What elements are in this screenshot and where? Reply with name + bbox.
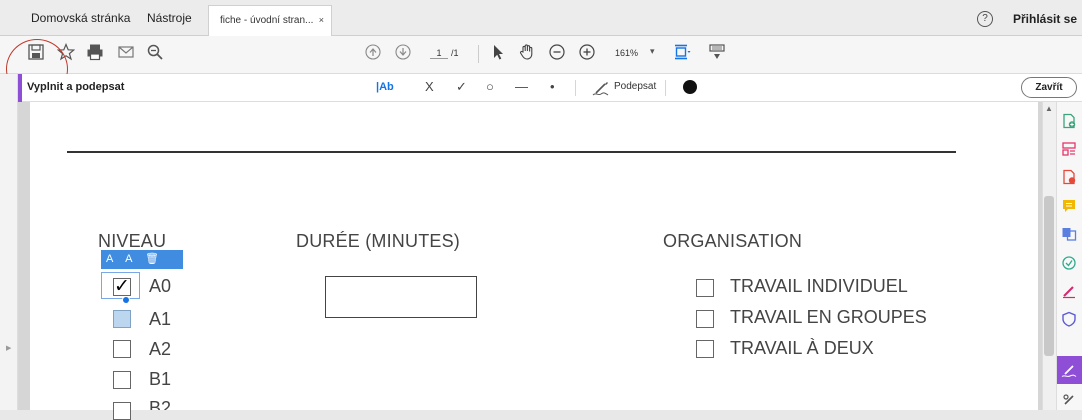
print-icon[interactable] [86,43,104,61]
protect-icon[interactable] [1061,311,1077,327]
comment-icon[interactable] [1061,198,1077,214]
org-label-individuel: TRAVAIL INDIVIDUEL [730,276,908,296]
checkbox-a2[interactable] [113,340,131,358]
tab-document[interactable]: fiche - úvodní stran... × [208,5,332,36]
fill-sign-divider [665,80,666,96]
tab-tools[interactable]: Nástroje [147,11,192,25]
resize-handle[interactable] [122,296,130,304]
zoom-select[interactable]: 161% [615,48,638,58]
duration-input-box[interactable] [325,276,477,318]
level-label-a0: A0 [149,276,172,296]
sign-in-link[interactable]: Přihlásit se [1013,12,1077,26]
level-label-b2: B2 [149,398,172,410]
checkbox-travail-en-groupes[interactable] [696,310,714,328]
heading-organisation: ORGANISATION [663,231,803,251]
page-down-icon[interactable] [394,43,412,61]
main-toolbar: 1 /1 161% ▾ [0,36,1082,74]
org-label-deux: TRAVAIL À DEUX [730,338,874,358]
fill-sign-icon[interactable] [1061,283,1077,299]
level-label-b1: B1 [149,369,172,389]
sign-button[interactable]: Podepsat [614,81,656,92]
zoom-search-icon[interactable] [146,43,164,61]
fill-sign-title: Vyplnit a podepsat [27,81,125,93]
page-total: /1 [451,48,459,58]
check-tool[interactable]: ✓ [456,79,467,95]
checkbox-travail-individuel[interactable] [696,279,714,297]
email-icon[interactable] [117,43,135,61]
combine-files-icon[interactable] [1061,226,1077,242]
expand-panel-icon[interactable]: ▶ [6,344,11,352]
page-number-input[interactable]: 1 [430,48,448,59]
checkbox-a0[interactable]: ✓ [113,277,131,296]
checkbox-a1[interactable] [113,310,131,328]
level-label-a2: A2 [149,339,172,359]
close-fill-sign-button[interactable]: Zavřít [1021,77,1077,98]
checkbox-b2[interactable] [113,402,131,420]
hand-pan-icon[interactable] [518,43,536,61]
chevron-down-icon[interactable]: ▾ [650,46,655,57]
dot-tool[interactable]: • [550,79,555,94]
edit-pdf-icon[interactable] [1061,255,1077,271]
scrollbar-thumb[interactable] [1044,196,1054,356]
export-pdf-icon[interactable] [1061,169,1077,185]
tab-home[interactable]: Domovská stránka [31,11,130,25]
tab-document-label: fiche - úvodní stran... [220,15,314,26]
add-text-tool[interactable]: |Ab [376,81,394,93]
heading-niveau: NIVEAU [98,231,167,251]
checkbox-b1[interactable] [113,371,131,389]
toolbar-divider [478,45,479,63]
tab-close-icon[interactable]: × [319,15,324,25]
select-arrow-icon[interactable] [489,43,507,61]
level-label-a1: A1 [149,309,172,329]
page-up-icon[interactable] [364,43,382,61]
sign-pen-icon[interactable] [592,79,610,97]
org-label-groupes: TRAVAIL EN GROUPES [730,307,927,327]
help-icon[interactable]: ? [977,11,993,27]
line-tool[interactable]: — [515,79,528,94]
cross-tool[interactable]: X [425,79,434,94]
scroll-up-icon[interactable]: ▲ [1045,104,1053,113]
zoom-out-icon[interactable] [548,43,566,61]
left-panel-rail: ▶ [0,74,18,410]
zoom-in-icon[interactable] [578,43,596,61]
color-picker[interactable] [683,80,697,94]
fit-page-icon[interactable] [673,43,691,61]
fill-sign-divider [575,80,576,96]
create-pdf-icon[interactable] [1061,113,1077,129]
heading-duree: DURÉE (MINUTES) [296,231,460,251]
more-tools-icon[interactable] [1061,392,1077,408]
fill-sign-accent [18,74,22,102]
sign-active-icon[interactable] [1061,362,1077,378]
circle-tool[interactable]: ○ [486,79,494,94]
checkbox-travail-a-deux[interactable] [696,340,714,358]
text-edit-toolbar[interactable]: A A 🗑 ··· [101,250,183,277]
page-divider-line [67,151,956,153]
organize-pages-icon[interactable] [1061,141,1077,157]
scroll-mode-icon[interactable] [708,43,726,61]
